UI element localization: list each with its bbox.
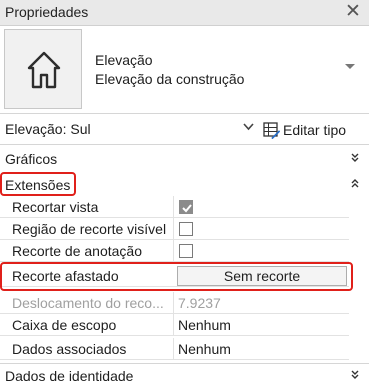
recorte-afastado-highlight-box xyxy=(0,262,353,291)
property-name: Recorte de anotação xyxy=(12,243,142,259)
property-row-caixa-escopo: Caixa de escopo Nenhum xyxy=(0,314,349,336)
edit-type-label: Editar tipo xyxy=(283,122,347,138)
regiao-recorte-visivel-checkbox[interactable] xyxy=(179,222,193,236)
type-dropdown-arrow-icon[interactable] xyxy=(345,64,355,69)
column-divider xyxy=(173,292,174,314)
property-row-recorte-anotacao: Recorte de anotação xyxy=(0,240,349,262)
palette-title: Propriedades xyxy=(5,4,89,20)
column-divider xyxy=(173,196,174,218)
section-graficos-label: Gráficos xyxy=(5,151,58,167)
expand-icon[interactable] xyxy=(351,153,359,163)
checkmark-icon xyxy=(182,204,192,213)
type-name-label: Elevação da construção xyxy=(95,71,245,87)
property-name: Região de recorte visível xyxy=(12,221,167,237)
caixa-escopo-value[interactable]: Nenhum xyxy=(178,317,231,333)
recortar-vista-checkbox[interactable] xyxy=(179,200,193,214)
property-name: Dados associados xyxy=(12,341,127,357)
house-elevation-icon xyxy=(27,51,61,89)
column-divider xyxy=(173,338,174,360)
property-name: Deslocamento do reco... xyxy=(12,295,164,311)
type-selector[interactable]: Elevação Elevação da construção xyxy=(0,26,369,114)
view-instance-selector[interactable]: Elevação: Sul Editar tipo xyxy=(0,114,369,145)
dados-associados-value[interactable]: Nenhum xyxy=(178,341,231,357)
close-icon[interactable]: ✕ xyxy=(343,1,363,23)
property-name: Recortar vista xyxy=(12,199,99,215)
collapse-icon[interactable] xyxy=(351,179,359,189)
edit-type-button[interactable]: Editar tipo xyxy=(263,119,346,141)
column-divider xyxy=(173,240,174,262)
expand-icon[interactable] xyxy=(351,370,359,380)
view-instance-label: Elevação: Sul xyxy=(5,121,91,137)
extensoes-highlight-box xyxy=(0,172,76,196)
type-thumbnail xyxy=(4,29,82,109)
section-graficos[interactable]: Gráficos xyxy=(0,147,369,170)
section-dados-identidade[interactable]: Dados de identidade xyxy=(0,363,369,386)
deslocamento-value: 7.9237 xyxy=(178,295,221,311)
column-divider xyxy=(173,314,174,336)
chevron-down-icon[interactable] xyxy=(243,123,254,131)
column-divider xyxy=(173,218,174,240)
section-dados-identidade-label: Dados de identidade xyxy=(5,368,134,384)
edit-type-icon xyxy=(263,121,280,139)
recorte-anotacao-checkbox[interactable] xyxy=(179,244,193,258)
type-family-label: Elevação xyxy=(95,52,153,68)
property-row-dados-associados: Dados associados Nenhum xyxy=(0,338,349,360)
property-name: Caixa de escopo xyxy=(12,317,117,333)
palette-title-bar: Propriedades ✕ xyxy=(0,0,369,26)
property-row-recortar-vista: Recortar vista xyxy=(0,196,349,218)
property-row-deslocamento-recorte: Deslocamento do reco... 7.9237 xyxy=(0,292,349,314)
property-row-regiao-recorte-visivel: Região de recorte visível xyxy=(0,218,349,240)
